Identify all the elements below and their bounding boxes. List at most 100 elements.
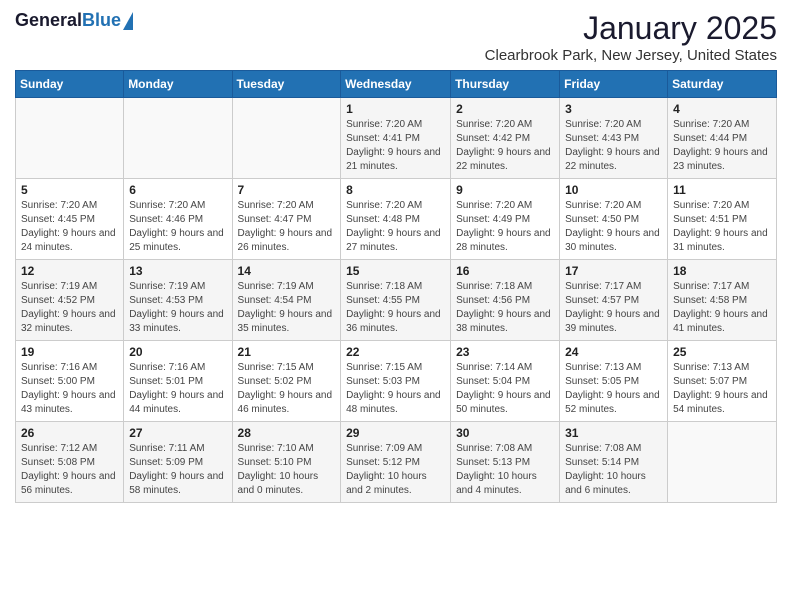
day-number: 22: [346, 345, 445, 359]
day-number: 4: [673, 102, 771, 116]
week-row-4: 19Sunrise: 7:16 AMSunset: 5:00 PMDayligh…: [16, 341, 777, 422]
day-number: 19: [21, 345, 118, 359]
calendar-table: SundayMondayTuesdayWednesdayThursdayFrid…: [15, 70, 777, 503]
day-info: Sunrise: 7:20 AMSunset: 4:42 PMDaylight:…: [456, 118, 554, 174]
day-info: Sunrise: 7:13 AMSunset: 5:07 PMDaylight:…: [673, 361, 771, 417]
calendar-cell: 27 Sunrise: 7:11 AMSunset: 5:09 PMDayligh…: [124, 422, 232, 503]
calendar-cell: 23 Sunrise: 7:14 AMSunset: 5:04 PMDayligh…: [451, 341, 560, 422]
day-number: 29: [346, 426, 445, 440]
day-info: Sunrise: 7:17 AMSunset: 4:58 PMDaylight:…: [673, 280, 771, 336]
calendar-cell: 28Sunrise: 7:10 AMSunset: 5:10 PMDayligh…: [232, 422, 341, 503]
day-number: 21: [238, 345, 336, 359]
day-info: Sunrise: 7:20 AMSunset: 4:45 PMDaylight:…: [21, 199, 118, 255]
day-info: Sunrise: 7:08 AMSunset: 5:14 PMDaylight:…: [565, 442, 662, 498]
day-info: Sunrise: 7:20 AMSunset: 4:50 PMDaylight:…: [565, 199, 662, 255]
day-number: 23: [456, 345, 554, 359]
day-number: 9: [456, 183, 554, 197]
weekday-header-thursday: Thursday: [451, 71, 560, 98]
calendar-cell: 13Sunrise: 7:19 AMSunset: 4:53 PMDayligh…: [124, 260, 232, 341]
weekday-header-saturday: Saturday: [668, 71, 777, 98]
calendar-cell: 11 Sunrise: 7:20 AMSunset: 4:51 PMDayligh…: [668, 179, 777, 260]
day-info: Sunrise: 7:17 AMSunset: 4:57 PMDaylight:…: [565, 280, 662, 336]
calendar-cell: 25 Sunrise: 7:13 AMSunset: 5:07 PMDayligh…: [668, 341, 777, 422]
page-container: General Blue January 2025 Clearbrook Par…: [0, 0, 792, 513]
calendar-cell: [124, 98, 232, 179]
day-info: Sunrise: 7:19 AMSunset: 4:53 PMDaylight:…: [129, 280, 226, 336]
day-info: Sunrise: 7:19 AMSunset: 4:54 PMDaylight:…: [238, 280, 336, 336]
calendar-cell: 6 Sunrise: 7:20 AMSunset: 4:46 PMDaylight…: [124, 179, 232, 260]
calendar-cell: 30 Sunrise: 7:08 AMSunset: 5:13 PMDayligh…: [451, 422, 560, 503]
day-number: 27: [129, 426, 226, 440]
day-info: Sunrise: 7:15 AMSunset: 5:03 PMDaylight:…: [346, 361, 445, 417]
day-number: 5: [21, 183, 118, 197]
day-info: Sunrise: 7:20 AMSunset: 4:46 PMDaylight:…: [129, 199, 226, 255]
calendar-cell: 29 Sunrise: 7:09 AMSunset: 5:12 PMDayligh…: [341, 422, 451, 503]
week-row-1: 1Sunrise: 7:20 AMSunset: 4:41 PMDaylight…: [16, 98, 777, 179]
day-info: Sunrise: 7:09 AMSunset: 5:12 PMDaylight:…: [346, 442, 445, 498]
calendar-cell: 4 Sunrise: 7:20 AMSunset: 4:44 PMDaylight…: [668, 98, 777, 179]
day-number: 11: [673, 183, 771, 197]
calendar-cell: 26 Sunrise: 7:12 AMSunset: 5:08 PMDayligh…: [16, 422, 124, 503]
logo-general-text: General: [15, 10, 82, 31]
day-number: 31: [565, 426, 662, 440]
day-info: Sunrise: 7:10 AMSunset: 5:10 PMDaylight:…: [238, 442, 336, 498]
day-number: 18: [673, 264, 771, 278]
day-info: Sunrise: 7:18 AMSunset: 4:55 PMDaylight:…: [346, 280, 445, 336]
day-info: Sunrise: 7:13 AMSunset: 5:05 PMDaylight:…: [565, 361, 662, 417]
calendar-cell: 21 Sunrise: 7:15 AMSunset: 5:02 PMDayligh…: [232, 341, 341, 422]
day-number: 30: [456, 426, 554, 440]
logo-blue-text: Blue: [82, 10, 121, 31]
day-info: Sunrise: 7:20 AMSunset: 4:51 PMDaylight:…: [673, 199, 771, 255]
day-number: 8: [346, 183, 445, 197]
day-number: 15: [346, 264, 445, 278]
day-number: 2: [456, 102, 554, 116]
day-number: 6: [129, 183, 226, 197]
day-number: 20: [129, 345, 226, 359]
day-info: Sunrise: 7:20 AMSunset: 4:48 PMDaylight:…: [346, 199, 445, 255]
day-number: 16: [456, 264, 554, 278]
calendar-cell: 8 Sunrise: 7:20 AMSunset: 4:48 PMDaylight…: [341, 179, 451, 260]
calendar-cell: [16, 98, 124, 179]
day-number: 17: [565, 264, 662, 278]
day-info: Sunrise: 7:08 AMSunset: 5:13 PMDaylight:…: [456, 442, 554, 498]
calendar-cell: 20 Sunrise: 7:16 AMSunset: 5:01 PMDayligh…: [124, 341, 232, 422]
day-info: Sunrise: 7:20 AMSunset: 4:47 PMDaylight:…: [238, 199, 336, 255]
weekday-header-row: SundayMondayTuesdayWednesdayThursdayFrid…: [16, 71, 777, 98]
day-info: Sunrise: 7:16 AMSunset: 5:01 PMDaylight:…: [129, 361, 226, 417]
day-number: 25: [673, 345, 771, 359]
calendar-cell: 3Sunrise: 7:20 AMSunset: 4:43 PMDaylight…: [560, 98, 668, 179]
calendar-cell: 9 Sunrise: 7:20 AMSunset: 4:49 PMDaylight…: [451, 179, 560, 260]
day-info: Sunrise: 7:20 AMSunset: 4:49 PMDaylight:…: [456, 199, 554, 255]
calendar-cell: 17 Sunrise: 7:17 AMSunset: 4:57 PMDayligh…: [560, 260, 668, 341]
day-info: Sunrise: 7:20 AMSunset: 4:44 PMDaylight:…: [673, 118, 771, 174]
weekday-header-wednesday: Wednesday: [341, 71, 451, 98]
day-number: 1: [346, 102, 445, 116]
calendar-cell: 31 Sunrise: 7:08 AMSunset: 5:14 PMDayligh…: [560, 422, 668, 503]
calendar-cell: 19Sunrise: 7:16 AMSunset: 5:00 PMDayligh…: [16, 341, 124, 422]
calendar-cell: [668, 422, 777, 503]
header: General Blue January 2025 Clearbrook Par…: [15, 10, 777, 64]
calendar-cell: 5 Sunrise: 7:20 AMSunset: 4:45 PMDaylight…: [16, 179, 124, 260]
calendar-cell: 22 Sunrise: 7:15 AMSunset: 5:03 PMDayligh…: [341, 341, 451, 422]
calendar-header: SundayMondayTuesdayWednesdayThursdayFrid…: [16, 71, 777, 98]
weekday-header-sunday: Sunday: [16, 71, 124, 98]
day-number: 26: [21, 426, 118, 440]
title-block: January 2025 Clearbrook Park, New Jersey…: [485, 10, 777, 64]
day-info: Sunrise: 7:14 AMSunset: 5:04 PMDaylight:…: [456, 361, 554, 417]
calendar-cell: 14 Sunrise: 7:19 AMSunset: 4:54 PMDayligh…: [232, 260, 341, 341]
day-info: Sunrise: 7:12 AMSunset: 5:08 PMDaylight:…: [21, 442, 118, 498]
week-row-3: 12Sunrise: 7:19 AMSunset: 4:52 PMDayligh…: [16, 260, 777, 341]
day-number: 10: [565, 183, 662, 197]
calendar-cell: 24 Sunrise: 7:13 AMSunset: 5:05 PMDayligh…: [560, 341, 668, 422]
calendar-cell: 1Sunrise: 7:20 AMSunset: 4:41 PMDaylight…: [341, 98, 451, 179]
weekday-header-tuesday: Tuesday: [232, 71, 341, 98]
weekday-header-monday: Monday: [124, 71, 232, 98]
day-info: Sunrise: 7:11 AMSunset: 5:09 PMDaylight:…: [129, 442, 226, 498]
day-number: 14: [238, 264, 336, 278]
day-number: 12: [21, 264, 118, 278]
day-info: Sunrise: 7:15 AMSunset: 5:02 PMDaylight:…: [238, 361, 336, 417]
day-number: 24: [565, 345, 662, 359]
day-number: 7: [238, 183, 336, 197]
weekday-header-friday: Friday: [560, 71, 668, 98]
calendar-cell: [232, 98, 341, 179]
